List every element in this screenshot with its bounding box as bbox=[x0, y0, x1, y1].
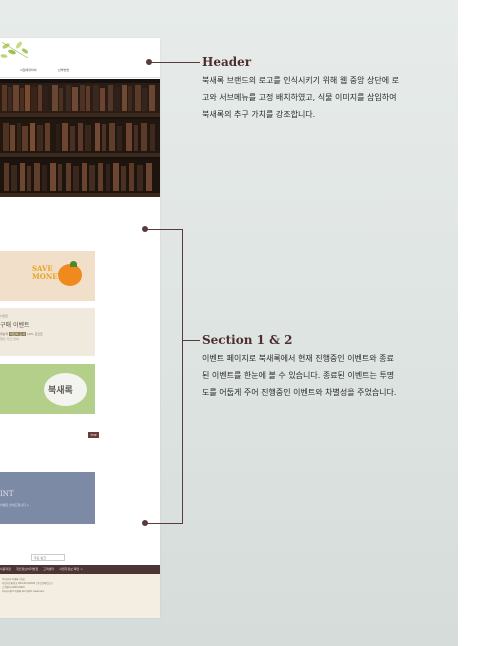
event-banner-purchase[interactable]: 이벤트 구매 이벤트 대상작 어린이 도서 10% 포인트 행사 기간 안내 bbox=[0, 308, 95, 356]
footer-link-bar: 이용약관 개인정보처리방침 고객센터 사업자정보 확인 > bbox=[0, 565, 160, 574]
header-connector-line bbox=[150, 62, 200, 63]
top-button[interactable]: TOP bbox=[88, 432, 99, 438]
leaf-logo-icon bbox=[0, 41, 29, 59]
footer-link[interactable]: 이용약관 bbox=[0, 567, 11, 571]
section-bracket-line bbox=[182, 229, 183, 524]
site-nav-item[interactable]: 납부방법 bbox=[58, 68, 69, 72]
event-banner-save-money[interactable]: SAVE MONEY bbox=[0, 251, 95, 301]
event-small-label: 이벤트 bbox=[0, 314, 9, 318]
annotation-body-section: 이벤트 페이지로 북새록에서 현재 진행중인 이벤트와 종료된 이벤트를 한눈에… bbox=[202, 354, 397, 397]
footer-info-line: Copyright 북새록 All rights reserved. bbox=[2, 590, 45, 593]
footer-link[interactable]: 사업자정보 확인 > bbox=[59, 567, 83, 571]
footer-link[interactable]: 개인정보처리방침 bbox=[16, 567, 38, 571]
piggy-sprout-icon bbox=[70, 261, 77, 267]
logo-rock-text: 북새록 bbox=[48, 386, 73, 396]
site-nav: 서점에대하여 납부방법 bbox=[0, 68, 160, 76]
event-sub-prefix: 대상작 bbox=[0, 332, 9, 336]
section-top-connector bbox=[146, 229, 182, 230]
piggy-bank-icon bbox=[58, 264, 82, 286]
event-sub-suffix: 10% 포인트 bbox=[26, 332, 43, 336]
hero-bookshelf-image bbox=[0, 79, 160, 197]
annotation-title-section: Section 1 & 2 bbox=[202, 333, 293, 347]
event-title: 구매 이벤트 bbox=[0, 322, 30, 329]
event-banner-logo[interactable]: 북새록 bbox=[0, 364, 95, 414]
nav-divider bbox=[0, 77, 160, 78]
website-preview: 서점에대하여 납부방법 SAVE MONEY 이벤트 구매 이벤트 대상작 어린… bbox=[0, 38, 160, 618]
section-bracket-connector bbox=[182, 340, 200, 341]
annotation-title-header: Header bbox=[202, 55, 252, 69]
annotation-body-header: 북새록 브랜드의 로고를 인식시키기 위해 웹 중앙 상단에 로고와 서브메뉴를… bbox=[202, 76, 399, 119]
event-subtitle: 대상작 어린이 도서 10% 포인트 bbox=[0, 332, 43, 336]
site-nav-item[interactable]: 서점에대하여 bbox=[20, 68, 37, 72]
event-period-label: 행사 기간 안내 bbox=[0, 337, 19, 341]
event-banner-ended[interactable]: INT 이벤트 안내드립니다 > bbox=[0, 472, 95, 524]
footer-link-select[interactable]: 주요 링크 bbox=[31, 554, 65, 561]
ended-event-subtitle: 이벤트 안내드립니다 > bbox=[0, 503, 30, 507]
section-bottom-connector bbox=[146, 523, 182, 524]
footer-info: 주식회사 북새록 | 대표 사업자등록번호 000-00-00000 | 통신판… bbox=[0, 574, 160, 618]
bookshelf-illustration bbox=[0, 79, 160, 197]
ended-event-title: INT bbox=[0, 490, 14, 498]
event-sub-highlight: 어린이 도서 bbox=[9, 332, 27, 336]
save-money-text: SAVE MONEY bbox=[32, 264, 63, 281]
footer-link[interactable]: 고객센터 bbox=[43, 567, 54, 571]
